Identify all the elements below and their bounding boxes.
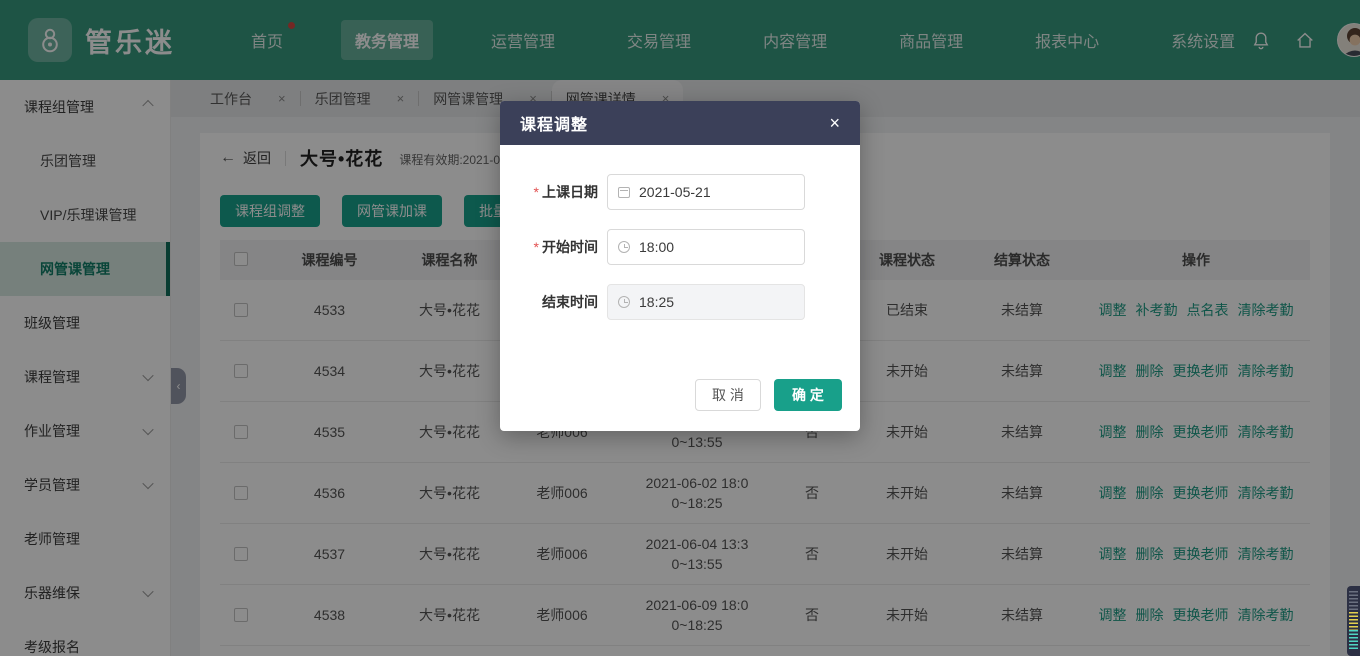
modal-close-button[interactable]: ×	[829, 114, 840, 132]
form-row: *开始时间 18:00	[520, 229, 860, 265]
color-scale-widget[interactable]	[1347, 586, 1360, 656]
required-mark: *	[534, 239, 539, 255]
input-value: 2021-05-21	[639, 184, 711, 200]
required-mark: *	[534, 184, 539, 200]
cancel-button[interactable]: 取 消	[695, 379, 761, 411]
color-scale-gray	[1349, 591, 1358, 612]
time-input: 18:25	[607, 284, 805, 320]
modal-footer: 取 消 确 定	[695, 379, 842, 411]
input-value: 18:25	[639, 294, 674, 310]
confirm-button[interactable]: 确 定	[774, 379, 842, 411]
form-row: 结束时间 18:25	[520, 284, 860, 320]
modal-header: 课程调整 ×	[500, 101, 860, 145]
color-scale-yellow	[1349, 612, 1358, 629]
course-adjust-modal: 课程调整 × *上课日期2021-05-21*开始时间18:00结束时间18:2…	[500, 101, 860, 431]
time-input[interactable]: 18:00	[607, 229, 805, 265]
color-scale-teal	[1349, 630, 1358, 651]
field-label-text: 上课日期	[542, 184, 598, 200]
modal-title: 课程调整	[520, 111, 829, 135]
field-label: 结束时间	[520, 292, 598, 312]
field-label-text: 开始时间	[542, 239, 598, 255]
clock-icon	[618, 296, 630, 308]
clock-icon	[618, 241, 630, 253]
form-row: *上课日期 2021-05-21	[520, 174, 860, 210]
calendar-icon	[618, 187, 630, 198]
date-input[interactable]: 2021-05-21	[607, 174, 805, 210]
field-label: *上课日期	[520, 182, 598, 202]
field-label: *开始时间	[520, 237, 598, 257]
input-value: 18:00	[639, 239, 674, 255]
field-label-text: 结束时间	[542, 294, 598, 310]
modal-body: *上课日期2021-05-21*开始时间18:00结束时间18:25	[500, 145, 860, 320]
